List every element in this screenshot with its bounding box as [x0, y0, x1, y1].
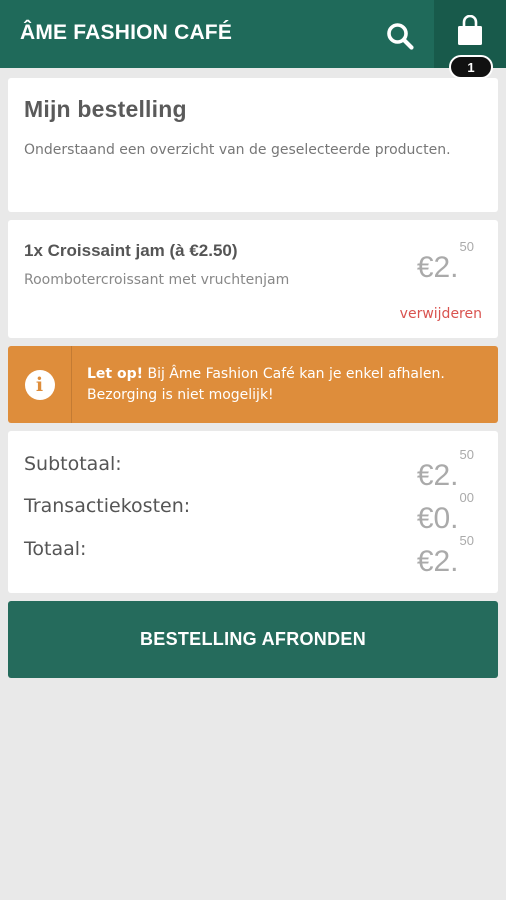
fee-value: €0.00 — [416, 490, 474, 535]
brand-title[interactable]: ÂME FASHION CAFÉ — [20, 21, 232, 45]
fee-label: Transactiekosten: — [24, 495, 191, 517]
search-icon — [387, 23, 414, 50]
checkout-button[interactable]: BESTELLING AFRONDEN — [8, 601, 498, 678]
order-intro-card: Mijn bestelling Onderstaand een overzich… — [8, 78, 498, 212]
search-button[interactable] — [382, 18, 418, 54]
fee-cents: 00 — [459, 490, 474, 505]
app-header: ÂME FASHION CAFÉ — [0, 0, 506, 68]
item-title: 1x Croissaint jam (à €2.50) — [24, 241, 238, 260]
item-description: Roombotercroissant met vruchtenjam — [24, 272, 290, 288]
subtotal-label: Subtotaal: — [24, 453, 122, 475]
order-item-card: 1x Croissaint jam (à €2.50) Roombotercro… — [8, 220, 498, 338]
pickup-notice: i Let op! Bij Âme Fashion Café kan je en… — [8, 346, 498, 423]
total-main: €2. — [416, 545, 459, 578]
notice-icon-column: i — [8, 346, 72, 423]
subtotal-main: €2. — [416, 459, 459, 492]
item-price: €2.50 — [416, 239, 474, 284]
total-label: Totaal: — [24, 538, 87, 560]
item-price-cents: 50 — [459, 239, 474, 254]
notice-bold: Let op! — [87, 366, 144, 382]
subtotal-value: €2.50 — [416, 447, 474, 492]
notice-message: Let op! Bij Âme Fashion Café kan je enke… — [87, 364, 487, 406]
cart-count-badge[interactable]: 1 — [449, 55, 493, 79]
totals-card: Subtotaal: €2.50 Transactiekosten: €0.00… — [8, 431, 498, 593]
page-title: Mijn bestelling — [24, 96, 187, 122]
total-value: €2.50 — [416, 533, 474, 578]
remove-item-link[interactable]: verwijderen — [400, 306, 482, 322]
fee-main: €0. — [416, 502, 459, 535]
item-price-main: €2. — [416, 251, 459, 284]
shopping-bag-icon — [458, 15, 482, 45]
total-cents: 50 — [459, 533, 474, 548]
info-icon: i — [24, 369, 55, 400]
subtotal-cents: 50 — [459, 447, 474, 462]
page-description: Onderstaand een overzicht van de geselec… — [24, 142, 451, 158]
